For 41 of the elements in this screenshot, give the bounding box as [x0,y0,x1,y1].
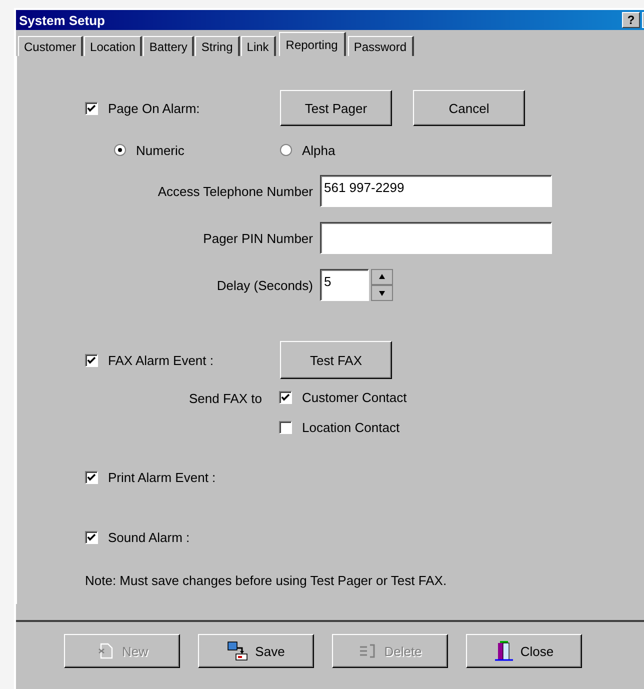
tab[interactable]: Password [348,36,414,56]
close-button[interactable]: Close [466,634,582,668]
checkbox-label: Sound Alarm : [108,530,190,544]
radio-label: Numeric [136,142,184,158]
window-title: System Setup [19,12,105,28]
checkbox-label: Customer Contact [302,390,407,404]
radio-label: Alpha [302,142,336,158]
cancel-button[interactable]: Cancel [413,90,525,126]
checkbox-label: Location Contact [302,420,400,434]
note-text: Note: Must save changes before using Test Pager or Test FAX. [85,573,448,588]
send-fax-label: Send FAX to [188,391,263,408]
save-icon [227,641,250,661]
radio-button[interactable] [280,144,292,156]
tab[interactable]: Link [240,36,276,56]
field-label: Delay (Seconds) [216,278,314,292]
input-field[interactable] [320,222,552,254]
field-label: Pager PIN Number [202,230,314,246]
test-fax-button[interactable]: Test FAX [280,341,392,379]
tab[interactable]: String [195,36,240,56]
test-pager-button[interactable]: Test Pager [280,90,392,126]
checkbox[interactable] [85,354,98,366]
help-button[interactable]: ? [622,12,640,28]
checkbox-label: Print Alarm Event : [108,470,216,484]
tab[interactable]: Battery [143,36,194,56]
checkbox[interactable] [279,390,292,404]
input-field[interactable]: 561 997-2299 [320,175,552,207]
save-button[interactable]: Save [198,634,314,668]
checkbox-label: Page On Alarm: [108,100,200,116]
field-label: Access Telephone Number [156,184,314,198]
tab[interactable]: Customer [18,36,84,56]
radio-button[interactable] [114,144,126,156]
checkbox[interactable] [85,470,98,484]
tab[interactable]: Location [84,36,142,56]
checkbox[interactable] [279,420,292,434]
checkbox[interactable] [85,530,98,544]
spinner-control[interactable] [371,269,393,301]
tab[interactable]: Reporting [278,32,346,56]
door-icon [494,640,514,662]
checkbox[interactable] [85,102,98,114]
checkbox-label: FAX Alarm Event : [108,352,214,368]
delay-field[interactable]: 5 [320,269,369,301]
